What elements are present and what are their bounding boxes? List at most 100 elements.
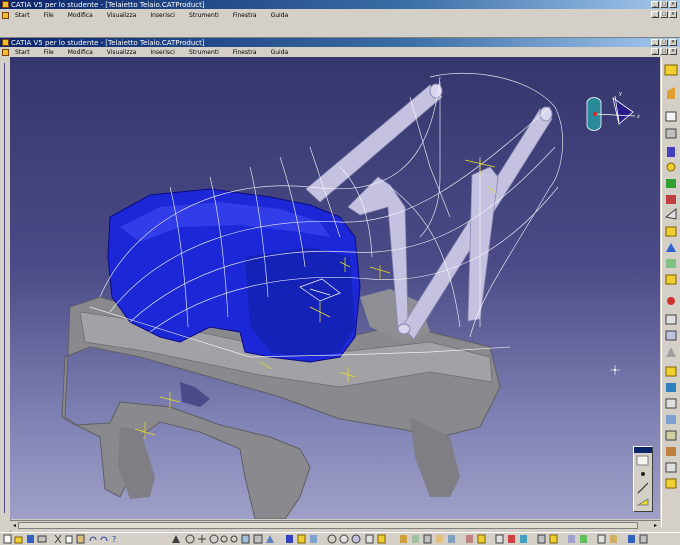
minimize-icon[interactable]: _ <box>651 39 659 46</box>
menu-finestra[interactable]: Finestra <box>227 49 265 56</box>
constraint-icon <box>377 534 386 544</box>
outer-menu-bar: Start File Modifica Visualizza Inserisci… <box>0 10 680 20</box>
sketch-icon <box>667 87 675 99</box>
catia-app-icon <box>2 1 9 8</box>
scroll-right-icon[interactable]: ▸ <box>652 522 659 529</box>
compass-label-y: y <box>619 91 622 97</box>
component-icon <box>423 534 432 544</box>
existing-component-icon <box>436 535 443 543</box>
menu-visualizza[interactable]: Visualizza <box>101 49 145 56</box>
menu-visualizza[interactable]: Visualizza <box>101 12 145 19</box>
measure-item-icon <box>339 534 349 544</box>
inner-title-bar[interactable]: CATIA V5 per lo studente - [Telaietto Te… <box>0 38 680 47</box>
menu-guida[interactable]: Guida <box>265 12 297 19</box>
update-icon <box>580 535 587 543</box>
pan-icon <box>198 535 206 543</box>
bottom-toolbar-icons: ? <box>3 534 648 544</box>
hide-show-icon <box>297 534 306 544</box>
part-icon <box>412 535 419 543</box>
frame-front-crack <box>180 382 210 407</box>
product-icon <box>400 535 407 543</box>
section-icon <box>520 535 527 543</box>
outer-menu-window-buttons: _ □ × <box>651 11 677 18</box>
bottom-standard-toolbar: ? <box>0 532 680 545</box>
doc-restore-icon[interactable]: □ <box>660 11 668 18</box>
minimize-icon[interactable]: _ <box>651 1 659 8</box>
outer-title-bar[interactable]: CATIA V5 per lo studente - [Telaietto Te… <box>0 0 680 9</box>
rotate-icon <box>665 462 677 473</box>
explode-icon <box>495 534 504 544</box>
menu-start[interactable]: Start <box>9 49 38 56</box>
pointer-icon <box>664 64 678 76</box>
menu-start[interactable]: Start <box>9 12 38 19</box>
chamfer-icon <box>667 297 675 305</box>
multi-view-icon <box>253 534 263 544</box>
menu-guida[interactable]: Guida <box>265 49 297 56</box>
scenes-icon <box>537 534 546 544</box>
slot-icon <box>664 207 677 220</box>
point-icon <box>641 472 645 476</box>
menu-file[interactable]: File <box>38 12 62 19</box>
maximize-icon[interactable]: □ <box>660 39 668 46</box>
doc-minimize-icon[interactable]: _ <box>651 11 659 18</box>
compass-widget[interactable]: y z <box>575 90 645 140</box>
symmetry-icon <box>665 478 677 489</box>
undo-icon <box>89 536 97 542</box>
stiffener-icon <box>665 226 677 237</box>
document-icon[interactable] <box>2 48 9 56</box>
sketch-tools-icons <box>636 455 649 506</box>
grid-snap-icon <box>636 455 649 466</box>
compass-label-z: z <box>637 114 640 120</box>
paste-icon <box>76 534 85 544</box>
doc-close-icon[interactable]: × <box>669 48 677 55</box>
menu-finestra[interactable]: Finestra <box>227 12 265 19</box>
annotation-icon <box>549 534 558 544</box>
empty-toolbar-strip <box>0 21 680 38</box>
zoom-out-icon <box>230 535 238 543</box>
publication-icon <box>568 535 575 543</box>
menu-modifica[interactable]: Modifica <box>62 12 101 19</box>
maximize-icon[interactable]: □ <box>660 1 668 8</box>
hole-icon <box>666 179 676 188</box>
cut-icon <box>54 534 62 544</box>
close-surface-icon <box>666 415 676 424</box>
line-icon <box>637 482 649 494</box>
menu-file[interactable]: File <box>38 49 62 56</box>
scrollbar-thumb[interactable] <box>18 522 638 529</box>
measure-inertia-icon <box>351 534 361 544</box>
tube-bottom-cap <box>397 323 411 335</box>
menu-strumenti[interactable]: Strumenti <box>183 49 227 56</box>
compass-icon <box>628 535 635 543</box>
fuel-tank-shadow <box>245 247 355 357</box>
iso-view-icon <box>266 535 274 543</box>
split-icon <box>666 383 676 392</box>
pad-icon <box>665 111 677 122</box>
subframe-tube-right-lower <box>467 166 499 322</box>
measure-between-icon <box>327 534 337 544</box>
close-icon[interactable]: × <box>669 1 677 8</box>
document-icon[interactable] <box>2 11 9 19</box>
swap-space-icon <box>310 535 317 543</box>
shaft-icon <box>667 147 675 157</box>
sketch-tools-toolbar[interactable] <box>633 446 653 512</box>
graph-tree-icon <box>466 535 473 543</box>
groove-icon <box>666 162 676 172</box>
menu-inserisci[interactable]: Inserisci <box>144 49 183 56</box>
construction-icon <box>636 498 649 506</box>
menu-modifica[interactable]: Modifica <box>62 49 101 56</box>
horizontal-scrollbar[interactable]: ◂ ▸ <box>10 520 660 531</box>
close-icon[interactable]: × <box>669 39 677 46</box>
compass-origin <box>593 112 597 116</box>
save-icon <box>27 535 34 543</box>
motorcycle-frame-model[interactable] <box>10 57 660 519</box>
doc-minimize-icon[interactable]: _ <box>651 48 659 55</box>
doc-close-icon[interactable]: × <box>669 11 677 18</box>
scroll-left-icon[interactable]: ◂ <box>11 522 18 529</box>
doc-restore-icon[interactable]: □ <box>660 48 668 55</box>
outer-window-buttons: _ □ × <box>651 1 677 8</box>
menu-inserisci[interactable]: Inserisci <box>144 12 183 19</box>
menu-strumenti[interactable]: Strumenti <box>183 12 227 19</box>
3d-viewport[interactable] <box>10 57 660 519</box>
thick-surface-icon <box>665 398 677 409</box>
fly-mode-icon <box>172 535 180 543</box>
